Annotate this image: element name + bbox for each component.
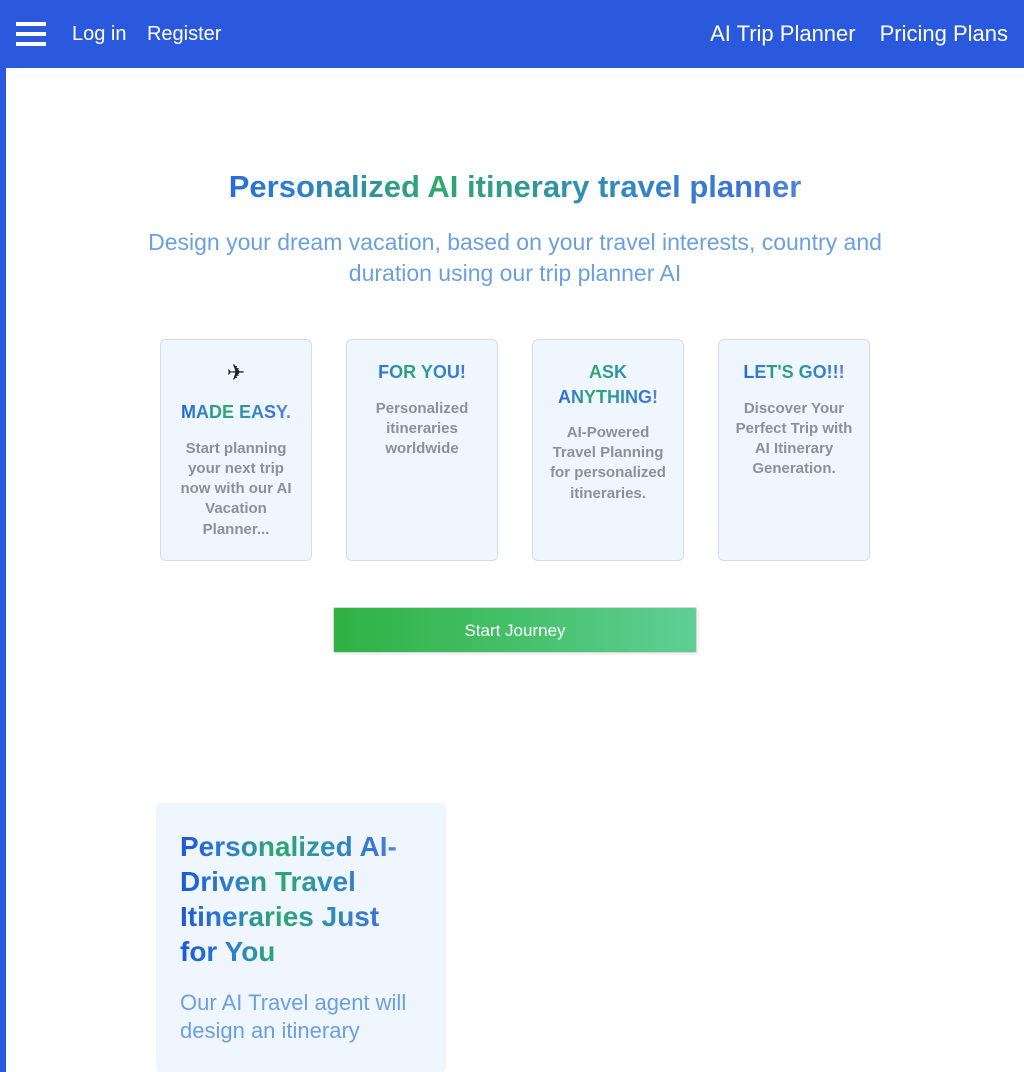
login-link[interactable]: Log in xyxy=(72,23,127,45)
feature-cards: ✈ MADE EASY. Start planning your next tr… xyxy=(135,339,895,561)
register-link[interactable]: Register xyxy=(147,23,221,45)
nav-pricing-plans[interactable]: Pricing Plans xyxy=(880,21,1008,47)
card-for-you: FOR YOU! Personalized itineraries worldw… xyxy=(346,339,498,561)
card-lets-go: LET'S GO!!! Discover Your Perfect Trip w… xyxy=(718,339,870,561)
card-title: LET'S GO!!! xyxy=(731,360,857,384)
cta-wrap: Start Journey xyxy=(135,607,895,653)
card-desc: Discover Your Perfect Trip with AI Itine… xyxy=(731,399,857,480)
card-desc: Start planning your next trip now with o… xyxy=(173,439,299,540)
card-title: FOR YOU! xyxy=(359,360,485,384)
nav-right: AI Trip Planner Pricing Plans xyxy=(710,21,1008,47)
section-body: Our AI Travel agent will design an itine… xyxy=(180,989,422,1046)
card-ask-anything: ASK ANYTHING! AI-Powered Travel Planning… xyxy=(532,339,684,561)
section-title: Personalized AI-Driven Travel Itinerarie… xyxy=(180,829,422,969)
card-title: ASK ANYTHING! xyxy=(545,360,671,409)
section-personalized: Personalized AI-Driven Travel Itinerarie… xyxy=(156,803,446,1072)
nav-ai-trip-planner[interactable]: AI Trip Planner xyxy=(710,21,856,47)
auth-links: Log in Register xyxy=(72,23,237,46)
hero-subtitle: Design your dream vacation, based on you… xyxy=(135,227,895,289)
page-body: Personalized AI itinerary travel planner… xyxy=(0,68,1024,1072)
header: Log in Register AI Trip Planner Pricing … xyxy=(0,0,1024,68)
hero: Personalized AI itinerary travel planner… xyxy=(135,168,895,653)
card-desc: AI-Powered Travel Planning for personali… xyxy=(545,423,671,504)
hero-title: Personalized AI itinerary travel planner xyxy=(135,168,895,205)
plane-icon: ✈ xyxy=(173,360,299,386)
card-title: MADE EASY. xyxy=(173,400,299,424)
start-journey-button[interactable]: Start Journey xyxy=(333,607,697,653)
menu-icon[interactable] xyxy=(16,22,46,46)
card-made-easy: ✈ MADE EASY. Start planning your next tr… xyxy=(160,339,312,561)
card-desc: Personalized itineraries worldwide xyxy=(359,399,485,460)
